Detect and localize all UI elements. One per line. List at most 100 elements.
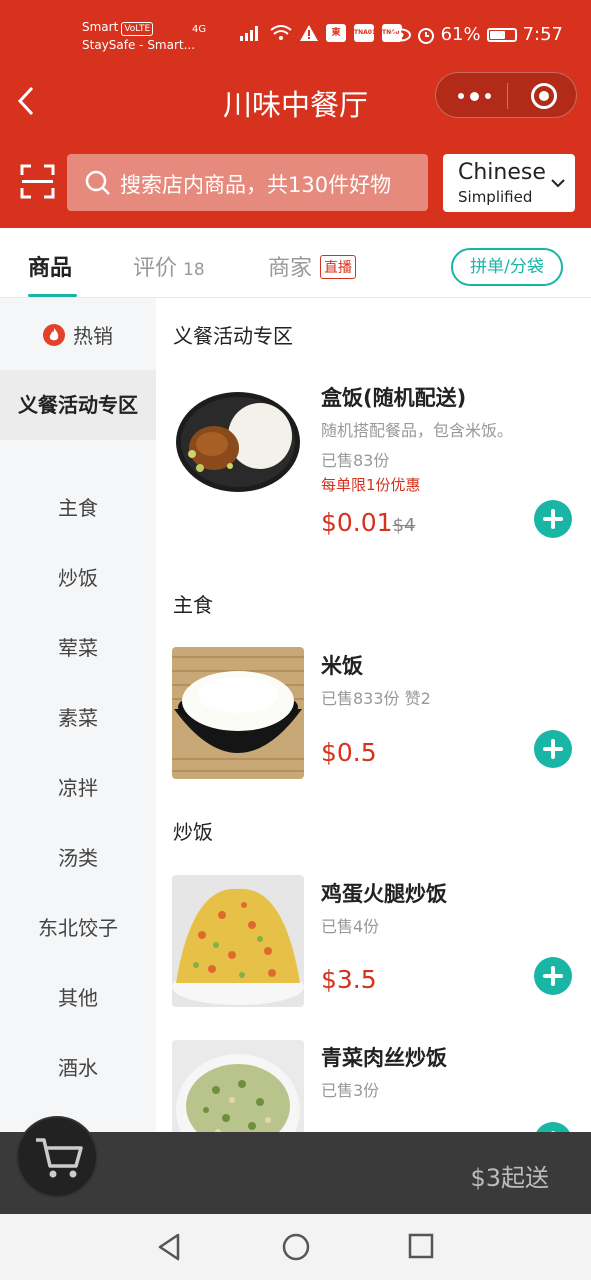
search-placeholder: 搜索店内商品，共130件好物 bbox=[120, 173, 392, 197]
shopping-cart-icon bbox=[36, 1138, 83, 1178]
app-header: 川味中餐厅 bbox=[0, 68, 591, 134]
sidebar-item-label: 主食 bbox=[58, 496, 98, 520]
add-to-cart-button[interactable] bbox=[534, 1122, 572, 1132]
current-price: $0.01 bbox=[321, 508, 393, 537]
product-image[interactable] bbox=[172, 875, 304, 1007]
sidebar-item-vegetable[interactable]: 素菜 bbox=[0, 702, 156, 731]
product-name[interactable]: 鸡蛋火腿炒饭 bbox=[321, 878, 447, 908]
sidebar-item-label: 汤类 bbox=[58, 846, 98, 870]
sidebar-item-label: 义餐活动专区 bbox=[18, 393, 138, 417]
nav-recents-icon[interactable] bbox=[407, 1232, 435, 1260]
battery-percent: 61% bbox=[440, 24, 481, 45]
sidebar-item-label: 东北饺子 bbox=[38, 916, 118, 940]
chevron-down-icon bbox=[551, 179, 565, 188]
product-price: $3.5 bbox=[321, 965, 377, 994]
tab-bar: 商品 评价 18 商家 直播 拼单/分袋 bbox=[0, 228, 591, 298]
sidebar-item-other[interactable]: 其他 bbox=[0, 982, 156, 1011]
tab-products[interactable]: 商品 bbox=[28, 250, 72, 282]
group-order-button[interactable]: 拼单/分袋 bbox=[451, 248, 563, 286]
product-price: $0.5 bbox=[321, 738, 377, 767]
sidebar-item-hot[interactable]: 热销 bbox=[0, 320, 156, 349]
sidebar-item-label: 酒水 bbox=[58, 1056, 98, 1080]
section-title: 炒饭 bbox=[173, 820, 213, 844]
close-target-icon[interactable] bbox=[531, 83, 557, 109]
sidebar-item-soup[interactable]: 汤类 bbox=[0, 842, 156, 871]
app-badge-icon: TNA01 bbox=[354, 24, 376, 42]
system-nav-bar bbox=[0, 1214, 591, 1280]
sidebar-item-promo[interactable]: 义餐活动专区 bbox=[0, 370, 156, 440]
language-selector[interactable]: Chinese Simplified bbox=[443, 154, 575, 212]
sidebar-item-meat[interactable]: 荤菜 bbox=[0, 632, 156, 661]
product-image[interactable] bbox=[172, 384, 304, 516]
more-icon[interactable] bbox=[458, 92, 491, 101]
product-name[interactable]: 盒饭(随机配送) bbox=[321, 382, 466, 412]
review-count: 18 bbox=[183, 260, 205, 280]
product-name[interactable]: 青菜肉丝炒饭 bbox=[321, 1042, 447, 1072]
language-secondary: Simplified bbox=[458, 188, 533, 206]
battery-icon bbox=[486, 27, 517, 42]
add-to-cart-button[interactable] bbox=[534, 500, 572, 538]
product-image[interactable] bbox=[172, 647, 304, 779]
signal-icon bbox=[240, 26, 258, 41]
tab-merchant[interactable]: 商家 直播 bbox=[268, 250, 357, 282]
section-title: 主食 bbox=[173, 593, 213, 617]
app-badge-icon: 東 bbox=[326, 24, 346, 42]
boxed-meal-image bbox=[172, 384, 304, 516]
min-order-label: $3起送 bbox=[470, 1164, 549, 1192]
wifi-icon bbox=[270, 25, 292, 40]
tab-label: 评价 bbox=[133, 256, 178, 281]
clock: 7:57 bbox=[522, 24, 563, 45]
add-to-cart-button[interactable] bbox=[534, 957, 572, 995]
eye-icon bbox=[390, 28, 411, 41]
vegetable-fried-rice-image bbox=[172, 1040, 304, 1132]
search-input[interactable]: 搜索店内商品，共130件好物 bbox=[67, 154, 428, 211]
flame-icon bbox=[43, 324, 65, 346]
sidebar-item-cold-dish[interactable]: 凉拌 bbox=[0, 772, 156, 801]
category-sidebar: 热销 义餐活动专区 主食 炒饭 荤菜 素菜 凉拌 汤类 东北饺子 其他 酒水 bbox=[0, 298, 156, 1132]
status-right: 61% 7:57 bbox=[390, 24, 563, 45]
current-price: $0.5 bbox=[321, 738, 377, 767]
live-badge: 直播 bbox=[320, 255, 357, 279]
mini-program-capsule bbox=[435, 72, 577, 118]
language-primary: Chinese bbox=[458, 160, 546, 185]
status-bar: Smart VoLTE StaySafe - Smart... 4G 東 TNA0… bbox=[0, 0, 591, 68]
capsule-divider bbox=[507, 83, 508, 109]
nav-back-icon[interactable] bbox=[156, 1232, 182, 1262]
warning-icon bbox=[300, 25, 318, 41]
active-tab-indicator bbox=[28, 294, 77, 297]
product-name[interactable]: 米饭 bbox=[321, 650, 363, 680]
search-row: 搜索店内商品，共130件好物 Chinese Simplified bbox=[0, 134, 591, 228]
sidebar-item-label: 其他 bbox=[58, 986, 98, 1010]
product-price: $0.01$4 bbox=[321, 508, 415, 537]
nav-home-icon[interactable] bbox=[281, 1232, 311, 1262]
product-sold: 已售4份 bbox=[321, 917, 380, 936]
search-icon bbox=[85, 170, 110, 195]
sidebar-item-staple[interactable]: 主食 bbox=[0, 492, 156, 521]
carrier-name: Smart bbox=[82, 20, 119, 34]
product-description: 随机搭配餐品，包含米饭。 bbox=[321, 421, 514, 440]
alarm-icon bbox=[417, 27, 434, 44]
product-sold: 已售3份 bbox=[321, 1081, 380, 1100]
add-to-cart-button[interactable] bbox=[534, 730, 572, 768]
rice-bowl-image bbox=[172, 647, 304, 779]
scan-icon[interactable] bbox=[20, 164, 55, 199]
product-sold: 已售83份 bbox=[321, 451, 390, 470]
sidebar-item-label: 凉拌 bbox=[58, 776, 98, 800]
fried-rice-image bbox=[172, 875, 304, 1007]
sidebar-item-label: 荤菜 bbox=[58, 636, 98, 660]
product-image[interactable] bbox=[172, 1040, 304, 1132]
carrier-info: Smart VoLTE StaySafe - Smart... bbox=[82, 18, 195, 54]
sidebar-item-label: 炒饭 bbox=[58, 566, 98, 590]
tab-reviews[interactable]: 评价 18 bbox=[133, 250, 205, 282]
status-icons: 東 TNA01 TN401 bbox=[240, 24, 404, 42]
carrier-subtitle: StaySafe - Smart... bbox=[82, 38, 196, 52]
sidebar-item-drinks[interactable]: 酒水 bbox=[0, 1052, 156, 1081]
product-promo: 每单限1份优惠 bbox=[321, 476, 421, 494]
sidebar-item-fried-rice[interactable]: 炒饭 bbox=[0, 562, 156, 591]
network-type: 4G bbox=[192, 24, 207, 35]
product-sold: 已售833份 赞2 bbox=[321, 689, 431, 708]
original-price: $4 bbox=[392, 515, 416, 536]
sidebar-item-dumplings[interactable]: 东北饺子 bbox=[0, 912, 156, 941]
tab-label: 商品 bbox=[28, 256, 73, 281]
cart-button[interactable] bbox=[16, 1116, 98, 1198]
